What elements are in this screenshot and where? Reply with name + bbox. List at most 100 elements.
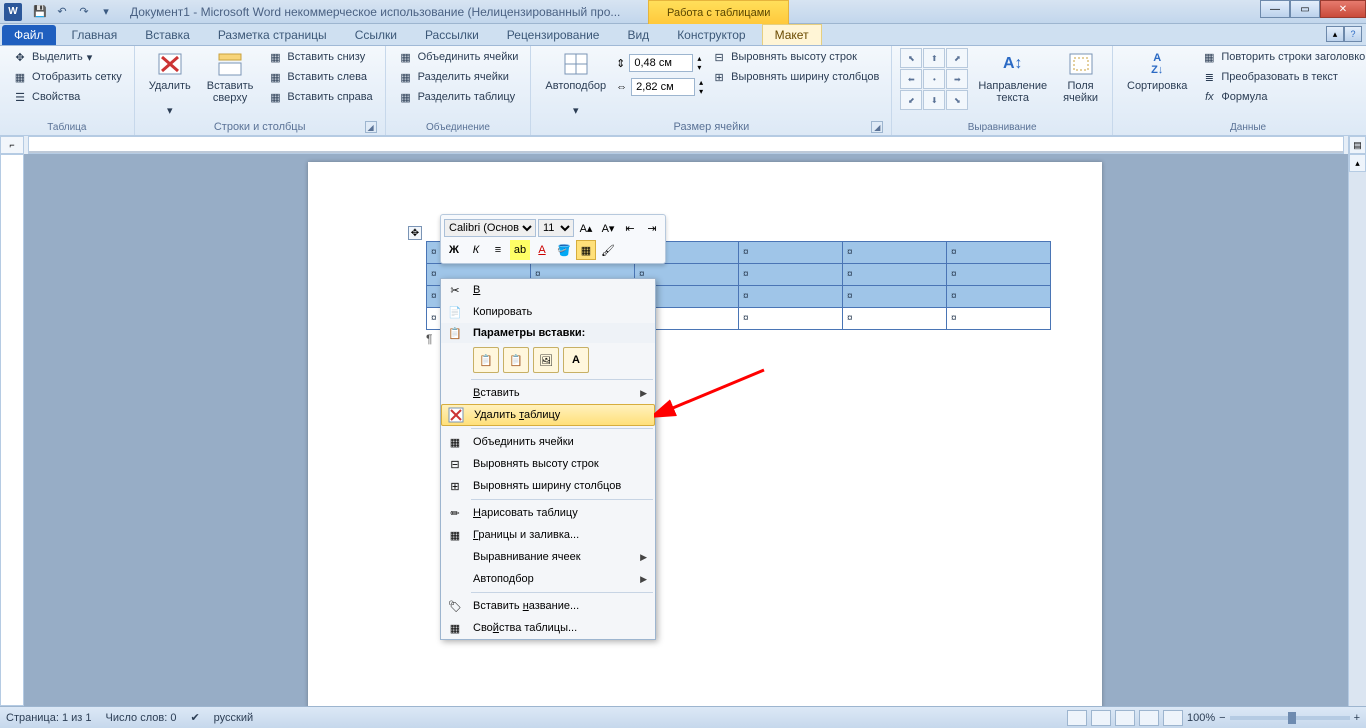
language-status[interactable]: русский	[214, 712, 253, 724]
formula-button[interactable]: fxФормула	[1197, 88, 1366, 106]
zoom-level[interactable]: 100%	[1187, 712, 1215, 724]
tab-home[interactable]: Главная	[60, 25, 130, 45]
scroll-up-icon[interactable]: ▴	[1349, 154, 1366, 172]
tab-view[interactable]: Вид	[615, 25, 661, 45]
view-print-layout-icon[interactable]	[1067, 710, 1087, 726]
delete-button[interactable]: Удалить▾	[143, 48, 197, 119]
vertical-ruler[interactable]	[0, 154, 24, 706]
cm-borders[interactable]: ▦Границы и заливка...	[441, 524, 655, 546]
ruler-toggle-icon[interactable]: ▤	[1349, 136, 1366, 154]
cm-dist-cols[interactable]: ⊞Выровнять ширину столбцов	[441, 475, 655, 497]
qat-customize-icon[interactable]: ▾	[96, 3, 116, 21]
help-icon[interactable]: ?	[1344, 26, 1362, 42]
gridlines-button[interactable]: ▦Отобразить сетку	[8, 68, 126, 86]
format-painter-icon[interactable]: 🖌	[598, 240, 618, 260]
zoom-in-icon[interactable]: +	[1354, 712, 1360, 724]
repeat-headers-button[interactable]: ▦Повторить строки заголовков	[1197, 48, 1366, 66]
split-cells-button[interactable]: ▦Разделить ячейки	[394, 68, 523, 86]
dialog-launcher-icon[interactable]: ◢	[365, 121, 377, 133]
decrease-indent-icon[interactable]: ⇤	[620, 218, 640, 238]
paste-merge-icon[interactable]: 📋	[503, 347, 529, 373]
font-select[interactable]: Calibri (Основ	[444, 219, 536, 237]
view-draft-icon[interactable]	[1163, 710, 1183, 726]
horizontal-ruler[interactable]	[28, 136, 1344, 154]
properties-button[interactable]: ☰Свойства	[8, 88, 126, 106]
tab-mailings[interactable]: Рассылки	[413, 25, 491, 45]
align-center-icon[interactable]: ≡	[488, 240, 508, 260]
split-table-button[interactable]: ▦Разделить таблицу	[394, 88, 523, 106]
tab-page-layout[interactable]: Разметка страницы	[206, 25, 339, 45]
tab-insert[interactable]: Вставка	[133, 25, 202, 45]
dialog-launcher-icon[interactable]: ◢	[871, 121, 883, 133]
font-size-select[interactable]: 11	[538, 219, 574, 237]
cm-caption[interactable]: 🏷Вставить название...	[441, 595, 655, 617]
caption-icon: 🏷	[445, 597, 465, 615]
view-outline-icon[interactable]	[1139, 710, 1159, 726]
highlight-icon[interactable]: ab	[510, 240, 530, 260]
page-status[interactable]: Страница: 1 из 1	[6, 712, 92, 724]
cm-draw-table[interactable]: ✏Нарисовать таблицу	[441, 502, 655, 524]
zoom-out-icon[interactable]: −	[1219, 712, 1225, 724]
qat-save-icon[interactable]: 💾	[30, 3, 50, 21]
word-count[interactable]: Число слов: 0	[106, 712, 177, 724]
paste-picture-icon[interactable]: 🖼	[533, 347, 559, 373]
vertical-scrollbar[interactable]: ▤ ▴	[1348, 136, 1366, 706]
text-direction-button[interactable]: A↕ Направление текста	[972, 48, 1053, 106]
qat-redo-icon[interactable]: ↷	[74, 3, 94, 21]
close-button[interactable]: ✕	[1320, 0, 1366, 18]
minimize-button[interactable]: —	[1260, 0, 1290, 18]
autofit-button[interactable]: Автоподбор▾	[539, 48, 612, 119]
shading-icon[interactable]: 🪣	[554, 240, 574, 260]
cm-merge-cells[interactable]: ▦Объединить ячейки	[441, 431, 655, 453]
ribbon-minimize-icon[interactable]: ▴	[1326, 26, 1344, 42]
insert-above-button[interactable]: Вставить сверху	[201, 48, 260, 106]
grow-font-icon[interactable]: A▴	[576, 218, 596, 238]
distribute-cols-button[interactable]: ⊞Выровнять ширину столбцов	[707, 68, 883, 86]
cm-dist-rows[interactable]: ⊟Выровнять высоту строк	[441, 453, 655, 475]
insert-right-button[interactable]: ▦Вставить справа	[263, 88, 376, 106]
convert-to-text-button[interactable]: ≣Преобразовать в текст	[1197, 68, 1366, 86]
insert-left-button[interactable]: ▦Вставить слева	[263, 68, 376, 86]
cm-cell-align[interactable]: Выравнивание ячеек▶	[441, 546, 655, 568]
col-width-field[interactable]: ⇔2,82 см▴▾	[616, 78, 703, 96]
spellcheck-icon[interactable]: ✔	[190, 711, 199, 724]
tab-file[interactable]: Файл	[2, 25, 56, 45]
document-page[interactable]: ✥ ¤¤¤¤¤¤ ¤¤¤¤¤¤ ¤¤¤¤¤¤ ¤¤¤¤¤¤ ¶	[308, 162, 1102, 706]
select-button[interactable]: ✥Выделить ▾	[8, 48, 126, 66]
qat-undo-icon[interactable]: ↶	[52, 3, 72, 21]
maximize-button[interactable]: ▭	[1290, 0, 1320, 18]
shrink-font-icon[interactable]: A▾	[598, 218, 618, 238]
cm-table-props[interactable]: ▦Свойства таблицы...	[441, 617, 655, 639]
merge-cells-button[interactable]: ▦Объединить ячейки	[394, 48, 523, 66]
page-scroll-area[interactable]: ✥ ¤¤¤¤¤¤ ¤¤¤¤¤¤ ¤¤¤¤¤¤ ¤¤¤¤¤¤ ¶	[28, 154, 1348, 706]
cm-cut[interactable]: ✂В	[441, 279, 655, 301]
cell-margins-button[interactable]: Поля ячейки	[1057, 48, 1104, 106]
view-fullscreen-icon[interactable]	[1091, 710, 1111, 726]
insert-below-button[interactable]: ▦Вставить снизу	[263, 48, 376, 66]
ruler-corner[interactable]: ⌐	[0, 136, 24, 154]
increase-indent-icon[interactable]: ⇥	[642, 218, 662, 238]
tab-references[interactable]: Ссылки	[343, 25, 409, 45]
alignment-grid[interactable]: ⬉⬆⬈ ⬅•➡ ⬋⬇⬊	[900, 48, 968, 110]
width-icon: ⇔	[616, 81, 627, 93]
bold-icon[interactable]: Ж	[444, 240, 464, 260]
borders-icon[interactable]: ▦	[576, 240, 596, 260]
sort-button[interactable]: AZ↓ Сортировка	[1121, 48, 1193, 94]
tab-layout[interactable]: Макет	[762, 24, 822, 45]
view-web-icon[interactable]	[1115, 710, 1135, 726]
zoom-slider[interactable]	[1230, 716, 1350, 720]
cm-copy[interactable]: 📄Копировать	[441, 301, 655, 323]
cm-autofit[interactable]: Автоподбор▶	[441, 568, 655, 590]
tab-design[interactable]: Конструктор	[665, 25, 757, 45]
cm-insert[interactable]: Вставить▶	[441, 382, 655, 404]
table-move-handle-icon[interactable]: ✥	[408, 226, 422, 240]
font-color-icon[interactable]: A	[532, 240, 552, 260]
italic-icon[interactable]: К	[466, 240, 486, 260]
context-menu: ✂В 📄Копировать 📋Параметры вставки: 📋 📋 🖼…	[440, 278, 656, 640]
tab-review[interactable]: Рецензирование	[495, 25, 612, 45]
paste-keep-source-icon[interactable]: 📋	[473, 347, 499, 373]
row-height-field[interactable]: ⇕0,48 см▴▾	[616, 54, 703, 72]
paste-text-icon[interactable]: A	[563, 347, 589, 373]
cm-delete-table[interactable]: Удалить таблицу	[441, 404, 655, 426]
distribute-rows-button[interactable]: ⊟Выровнять высоту строк	[707, 48, 883, 66]
